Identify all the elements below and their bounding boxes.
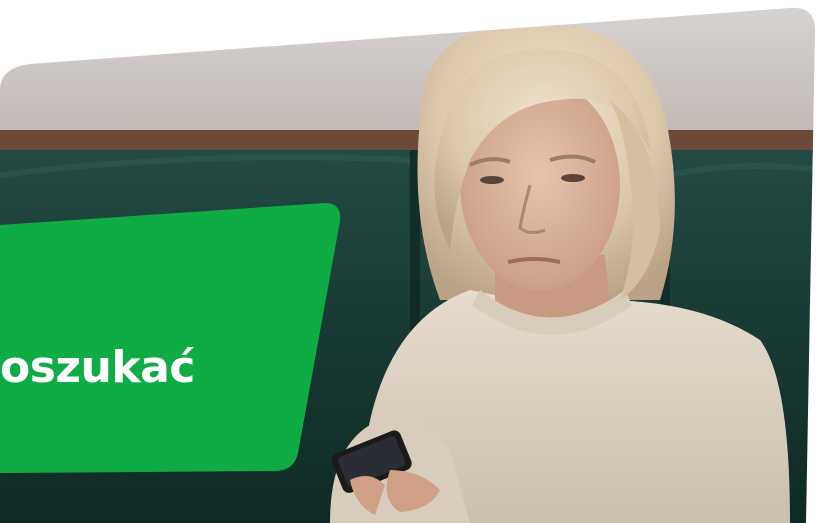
headline-banner [0,203,380,473]
hero-card: oszukać [0,0,819,523]
headline-text: oszukać [0,342,195,393]
